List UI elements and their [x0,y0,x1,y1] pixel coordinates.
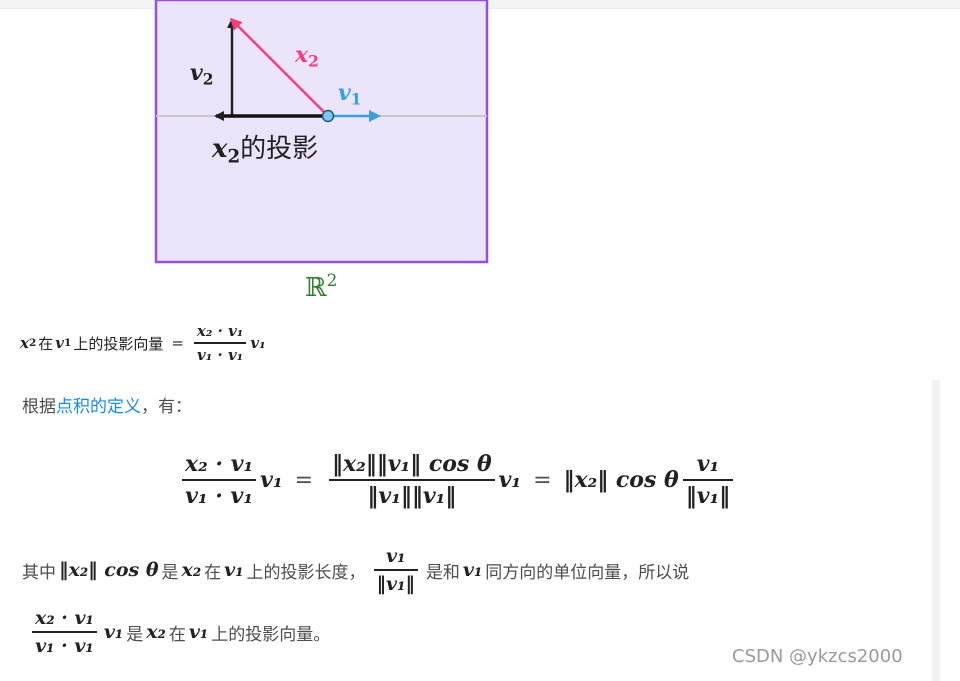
math-text: ‖x₂‖ cos θ [563,467,679,493]
fraction-3: v₁ ‖v₁‖ [682,451,734,509]
scrollbar-track[interactable] [932,380,940,681]
math-text: 是 [126,624,144,645]
v1-label: v1 [338,80,362,109]
math-text: 在 [204,562,222,583]
csdn-watermark: CSDN @ykzcs2000 [732,646,903,667]
math-text: = [171,334,184,352]
math-text: v₁ [462,559,483,581]
math-text: x [20,334,29,352]
math-text [32,631,97,633]
math-text: 上的投影向量。 [211,624,331,645]
math-text: x₂ [181,559,202,581]
math-text: v₁ [386,545,406,568]
math-text: v₁ [696,451,720,478]
math-text: x₂ · v₁ [185,451,254,478]
x2-label: x2 [295,42,319,71]
conclusion-paragraph: x₂ · v₁ v₁ · v₁ v₁ 是 x₂ 在 v₁ 上的投影向量。 [28,600,330,664]
math-text: ‖x₂‖ cos θ [59,559,159,581]
space-label: ℝ2 [305,270,338,304]
origin-point [321,109,335,123]
math-text: ‖v₁‖ [376,572,415,595]
math-text: 同方向的单位向量，所以说 [485,562,690,583]
math-text: x₂ [146,621,166,643]
math-text: 上的投影长度， [246,562,366,583]
math-text: 上的投影向量 [73,334,164,353]
math-text: v [55,334,64,352]
dot-product-intro: 根据点积的定义，有： [22,397,192,417]
math-text [193,342,247,344]
math-text: v₁ [103,621,124,643]
math-text: ‖v₁‖ [685,482,731,509]
math-text: v₁ · v₁ [185,482,253,509]
math-text: 2 [28,337,37,349]
projection-definition: x2 在 v1 上的投影向量 = x₂ · v₁ v₁ · v₁ v₁ [20,318,266,368]
math-text: v₁ · v₁ [197,345,244,364]
math-text: 在 [168,624,186,645]
math-text: = [533,467,552,493]
math-text: v₁ [224,559,244,581]
fraction-2: ‖x₂‖‖v₁‖ cos θ ‖v₁‖‖v₁‖ [329,451,495,509]
math-text [329,479,495,481]
math-text: ‖v₁‖‖v₁‖ [367,482,457,509]
vector-space-panel [154,0,489,264]
unit-vector-fraction: v₁ ‖v₁‖ [373,545,418,595]
fraction-1: x₂ · v₁ v₁ · v₁ [182,451,257,509]
math-text: v₁ [260,467,283,493]
dot-product-definition-link[interactable]: 点积的定义 [56,397,141,417]
projection-derivation-equation: x₂ · v₁ v₁ · v₁ v₁ = ‖x₂‖‖v₁‖ cos θ ‖v₁‖… [178,440,737,520]
math-text [373,569,418,571]
math-text: 是和 [425,562,460,583]
v2-label: v2 [190,60,214,89]
conclusion-fraction: x₂ · v₁ v₁ · v₁ [32,607,97,657]
math-text: 是 [161,562,179,583]
math-text [182,479,257,481]
math-text: v₁ [188,621,209,643]
math-text: x₂ · v₁ [196,322,244,341]
explanation-paragraph: 其中 ‖x₂‖ cos θ 是 x₂ 在 v₁ 上的投影长度， v₁ ‖v₁‖ … [22,540,689,600]
projection-label: x2的投影 [212,134,319,168]
math-text: 其中 [22,562,56,583]
math-text: 1 [64,337,72,349]
math-text: = [294,467,314,493]
math-text: 在 [38,334,54,353]
math-text: v₁ [250,334,266,352]
math-text: ‖x₂‖‖v₁‖ cos θ [332,451,492,478]
math-text: x₂ · v₁ [35,607,94,630]
math-text: v₁ [498,467,522,493]
definition-fraction: x₂ · v₁ v₁ · v₁ [193,322,247,364]
math-text: v₁ · v₁ [35,634,94,657]
math-text [682,479,734,481]
projection-figure: v2 x2 v1 x2的投影 ℝ2 [0,0,520,310]
